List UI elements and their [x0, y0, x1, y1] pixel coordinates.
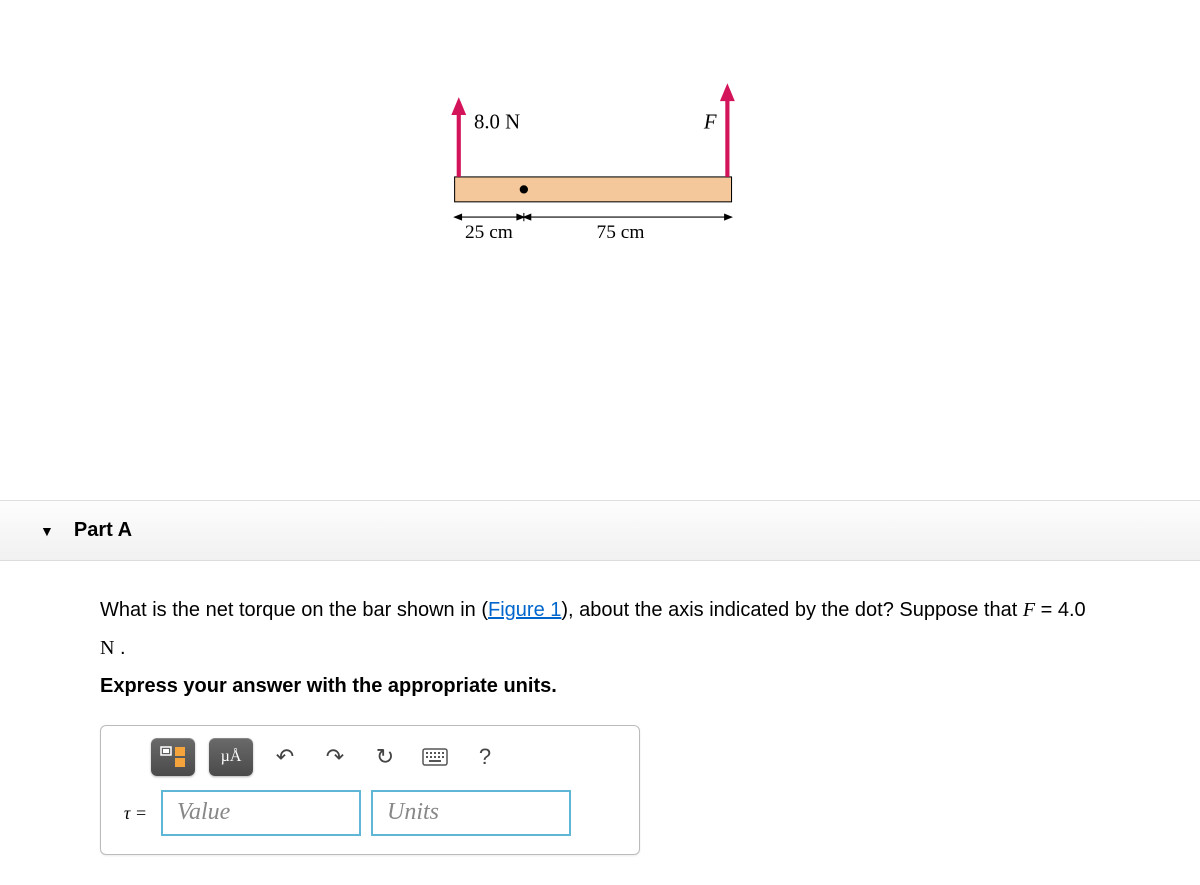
dim1-label: 25 cm — [465, 222, 513, 243]
question-text: What is the net torque on the bar shown … — [100, 591, 1100, 667]
units-symbols-button[interactable]: µÅ — [209, 738, 253, 776]
answer-instruction: Express your answer with the appropriate… — [100, 667, 1100, 705]
force2-label: F — [703, 111, 717, 133]
value-input[interactable]: Value — [161, 790, 361, 836]
dim2-label: 75 cm — [597, 222, 645, 243]
templates-button[interactable] — [151, 738, 195, 776]
part-header: ▼ Part A — [0, 500, 1200, 561]
units-input[interactable]: Units — [371, 790, 571, 836]
keyboard-button[interactable] — [417, 739, 453, 775]
undo-button[interactable]: ↶ — [267, 739, 303, 775]
redo-button[interactable]: ↷ — [317, 739, 353, 775]
collapse-icon[interactable]: ▼ — [40, 523, 54, 539]
reset-button[interactable]: ↻ — [367, 739, 403, 775]
answer-box: µÅ ↶ ↷ ↻ ? τ = Value Units — [100, 725, 640, 855]
part-title: Part A — [74, 519, 132, 542]
figure-container: 8.0 N F 25 cm 75 cm — [0, 0, 1200, 330]
torque-diagram: 8.0 N F 25 cm 75 cm — [350, 0, 850, 260]
answer-input-row: τ = Value Units — [111, 790, 621, 836]
answer-toolbar: µÅ ↶ ↷ ↻ ? — [151, 738, 621, 776]
help-button[interactable]: ? — [467, 739, 503, 775]
tau-label: τ = — [111, 796, 151, 830]
force1-label: 8.0 N — [474, 111, 520, 133]
question-content: What is the net torque on the bar shown … — [0, 561, 1200, 885]
figure-link[interactable]: Figure 1 — [488, 599, 561, 621]
